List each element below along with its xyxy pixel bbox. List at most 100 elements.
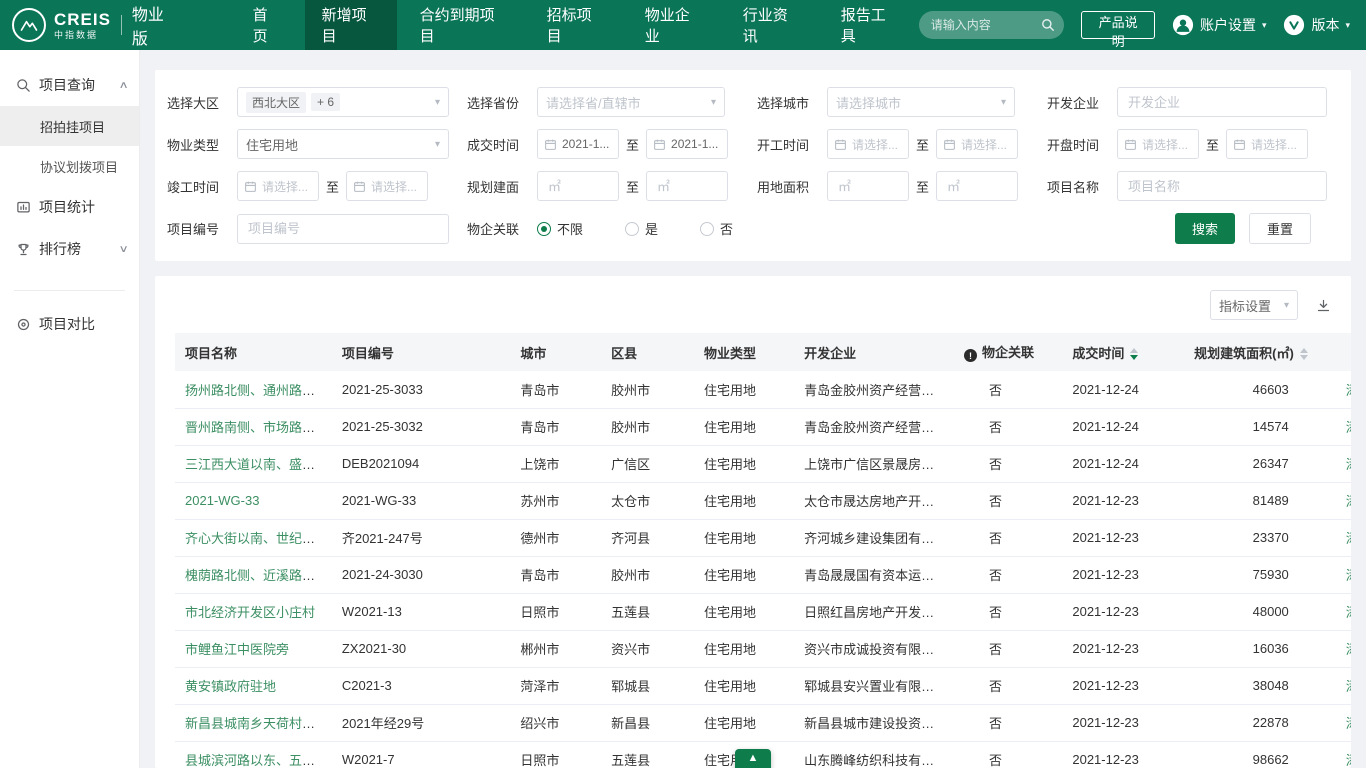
back-to-top-button[interactable]: ▲ <box>735 749 771 768</box>
search-button[interactable]: 搜索 <box>1175 213 1235 244</box>
metric-settings-select[interactable]: 指标设置 ▾ <box>1210 290 1298 320</box>
cell-code: C2021-3 <box>332 667 511 704</box>
add-compare-link[interactable]: 添加对比 <box>1346 383 1351 398</box>
land-area-min-input[interactable] <box>827 171 909 201</box>
cell-action: 添加对比 <box>1336 519 1351 556</box>
add-compare-link[interactable]: 添加对比 <box>1346 753 1351 768</box>
sidebar-item-project-stats[interactable]: 项目统计 <box>0 186 139 228</box>
date-value: 2021-1... <box>671 137 718 151</box>
product-info-button[interactable]: 产品说明 <box>1081 11 1155 39</box>
sidebar-item-project-compare[interactable]: 项目对比 <box>0 303 139 345</box>
city-select[interactable]: 请选择城市 ▾ <box>827 87 1015 117</box>
province-select[interactable]: 请选择省/直辖市 ▾ <box>537 87 725 117</box>
deal-time-to-date[interactable]: 2021-1... <box>646 129 728 159</box>
reset-button[interactable]: 重置 <box>1249 213 1311 244</box>
filter-land-area: 用地面积 至 <box>757 171 1047 201</box>
add-compare-link[interactable]: 添加对比 <box>1346 457 1351 472</box>
add-compare-link[interactable]: 添加对比 <box>1346 531 1351 546</box>
project-name-link[interactable]: 扬州路北侧、通州路东... <box>185 383 326 398</box>
col-header-deal-date[interactable]: 成交时间 <box>1062 333 1170 371</box>
download-icon[interactable] <box>1316 298 1331 313</box>
version-menu[interactable]: 版本 ▾ <box>1283 14 1350 36</box>
add-compare-link[interactable]: 添加对比 <box>1346 568 1351 583</box>
sidebar-group-rankings[interactable]: 排行榜 ∨ <box>0 228 139 270</box>
search-icon[interactable] <box>1041 18 1055 32</box>
project-name-link[interactable]: 黄安镇政府驻地 <box>185 679 276 694</box>
nav-item-bidding-projects[interactable]: 招标项目 <box>530 0 622 50</box>
cell-district: 郓城县 <box>601 667 694 704</box>
results-panel: 指标设置 ▾ 项目名称 项目编号 城市 区县 物 <box>155 276 1351 768</box>
select-placeholder: 请选择省/直辖市 <box>546 93 641 112</box>
cell-related: 否 <box>954 482 1062 519</box>
plan-area-min-input[interactable] <box>537 171 619 201</box>
radio-unlimited[interactable]: 不限 <box>537 219 583 238</box>
sidebar-divider <box>14 290 125 291</box>
nav-item-report-tools[interactable]: 报告工具 <box>824 0 916 50</box>
open-time-from-date[interactable]: 请选择... <box>1117 129 1199 159</box>
cell-name: 市鲤鱼江中医院旁 <box>175 630 332 667</box>
nav-item-property-companies[interactable]: 物业企业 <box>628 0 720 50</box>
cell-action: 添加对比 <box>1336 667 1351 704</box>
cell-related: 否 <box>954 445 1062 482</box>
cell-action: 添加对比 <box>1336 704 1351 741</box>
project-code-input[interactable] <box>237 214 449 244</box>
plan-area-max-input[interactable] <box>646 171 728 201</box>
sort-icon[interactable] <box>1130 348 1138 360</box>
developer-input[interactable] <box>1117 87 1327 117</box>
open-time-to-date[interactable]: 请选择... <box>1226 129 1308 159</box>
cell-related: 否 <box>954 556 1062 593</box>
project-name-link[interactable]: 2021-WG-33 <box>185 493 259 508</box>
land-area-max-input[interactable] <box>936 171 1018 201</box>
cell-city: 青岛市 <box>510 408 601 445</box>
project-name-link[interactable]: 市北经济开发区小庄村 <box>185 605 315 620</box>
date-placeholder: 请选择... <box>1251 136 1297 153</box>
nav-item-industry-news[interactable]: 行业资讯 <box>726 0 818 50</box>
nav-item-home[interactable]: 首页 <box>236 0 299 50</box>
project-name-link[interactable]: 三江西大道以南、盛秦... <box>185 457 326 472</box>
add-compare-link[interactable]: 添加对比 <box>1346 716 1351 731</box>
property-type-select[interactable]: 住宅用地 ▾ <box>237 129 449 159</box>
add-compare-link[interactable]: 添加对比 <box>1346 420 1351 435</box>
select-value: 指标设置 <box>1219 296 1271 315</box>
cell-date: 2021-12-23 <box>1062 593 1170 630</box>
add-compare-link[interactable]: 添加对比 <box>1346 642 1351 657</box>
cell-related: 否 <box>954 630 1062 667</box>
region-select[interactable]: 西北大区 + 6 ▾ <box>237 87 449 117</box>
sort-icon[interactable] <box>1300 348 1308 360</box>
radio-yes[interactable]: 是 <box>625 219 658 238</box>
sidebar-item-listing-projects[interactable]: 招拍挂项目 <box>0 106 139 146</box>
nav-item-expiring-contracts[interactable]: 合约到期项目 <box>403 0 524 50</box>
col-header-plan-area[interactable]: 规划建筑面积(㎡) <box>1171 333 1336 371</box>
cell-developer: 青岛金胶州资产经营有... <box>794 408 954 445</box>
add-compare-link[interactable]: 添加对比 <box>1346 605 1351 620</box>
start-time-from-date[interactable]: 请选择... <box>827 129 909 159</box>
cell-code: W2021-13 <box>332 593 511 630</box>
info-icon[interactable]: ! <box>964 349 977 362</box>
project-name-link[interactable]: 新昌县城南乡天荷村黄... <box>185 716 326 731</box>
add-compare-link[interactable]: 添加对比 <box>1346 494 1351 509</box>
add-compare-link[interactable]: 添加对比 <box>1346 679 1351 694</box>
stats-icon <box>16 200 31 215</box>
radio-no[interactable]: 否 <box>700 219 733 238</box>
deal-time-from-date[interactable]: 2021-1... <box>537 129 619 159</box>
project-name-link[interactable]: 晋州路南侧、市场路东... <box>185 420 326 435</box>
project-name-link[interactable]: 齐心大街以南、世纪路... <box>185 531 326 546</box>
complete-time-from-date[interactable]: 请选择... <box>237 171 319 201</box>
complete-time-to-date[interactable]: 请选择... <box>346 171 428 201</box>
start-time-to-date[interactable]: 请选择... <box>936 129 1018 159</box>
cell-code: 2021-24-3030 <box>332 556 511 593</box>
chevron-down-icon: ▾ <box>1262 20 1267 31</box>
sidebar-item-agreement-projects[interactable]: 协议划拨项目 <box>0 146 139 186</box>
filter-developer: 开发企业 <box>1047 87 1339 117</box>
project-name-input[interactable] <box>1117 171 1327 201</box>
project-name-link[interactable]: 市鲤鱼江中医院旁 <box>185 642 289 657</box>
cell-city: 绍兴市 <box>510 704 601 741</box>
account-settings-menu[interactable]: 账户设置 ▾ <box>1172 14 1267 36</box>
project-name-link[interactable]: 县城滨河路以东、五蓬... <box>185 753 326 768</box>
nav-item-new-projects[interactable]: 新增项目 <box>305 0 397 50</box>
filter-label: 用地面积 <box>757 177 819 196</box>
table-row: 晋州路南侧、市场路东...2021-25-3032青岛市胶州市住宅用地青岛金胶州… <box>175 408 1351 445</box>
brand-logo[interactable]: CREIS 中指数据 物业版 <box>0 1 189 49</box>
sidebar-group-project-query[interactable]: 项目查询 ∧ <box>0 64 139 106</box>
project-name-link[interactable]: 槐荫路北侧、近溪路东... <box>185 568 326 583</box>
